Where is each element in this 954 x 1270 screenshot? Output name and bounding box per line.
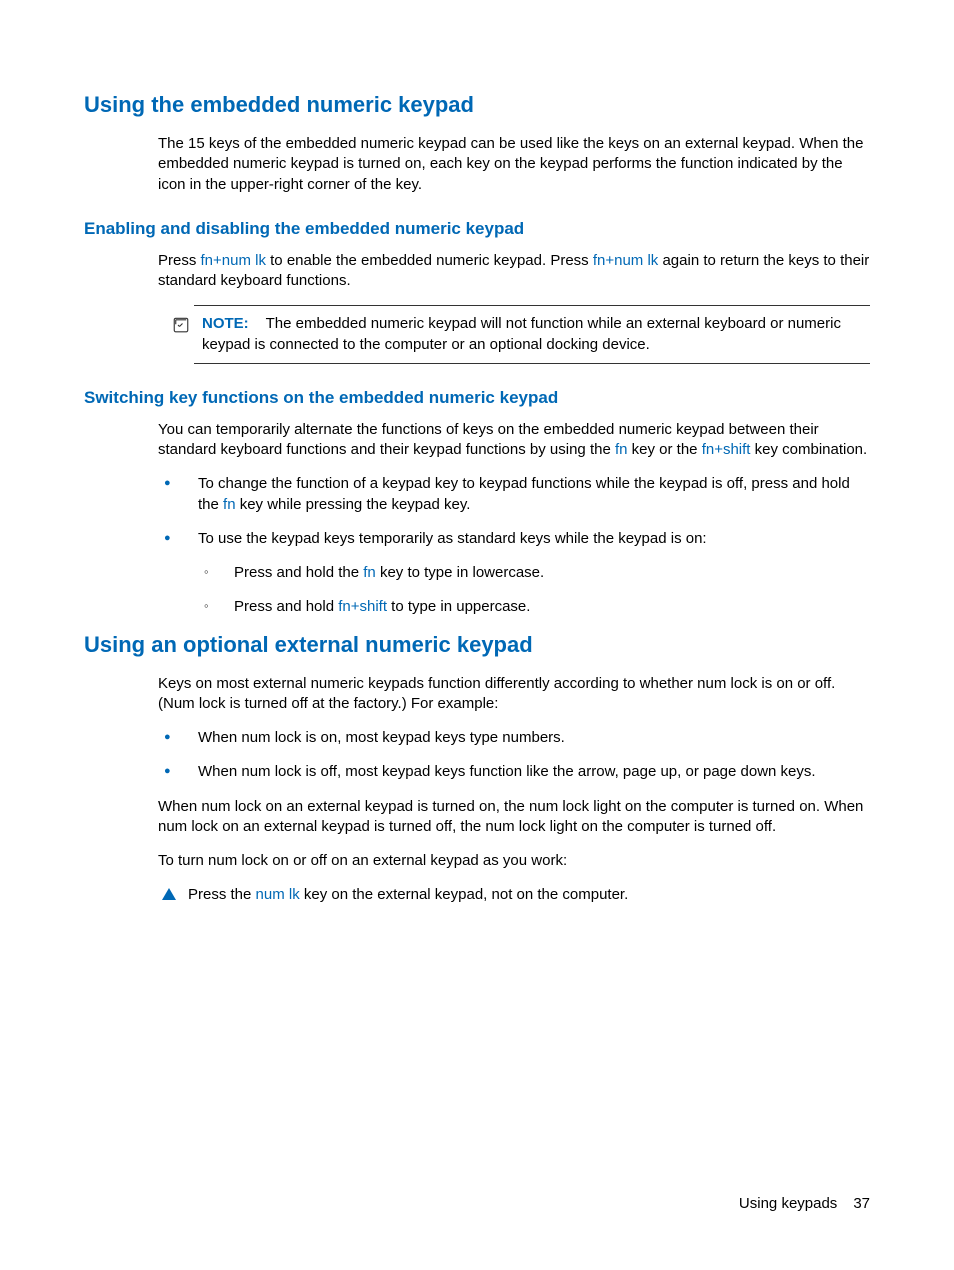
list-item: Press and hold the fn key to type in low… — [198, 563, 870, 583]
note-content: NOTE: The embedded numeric keypad will n… — [202, 314, 870, 355]
bullet-list-switching: To change the function of a keypad key t… — [158, 474, 870, 617]
text: to enable the embedded numeric keypad. P… — [266, 252, 593, 269]
document-page: Using the embedded numeric keypad The 15… — [0, 0, 954, 1270]
heading-enable-disable: Enabling and disabling the embedded nume… — [84, 219, 870, 239]
keyword-fn-shift: fn+shift — [338, 598, 387, 615]
footer-page-number: 37 — [853, 1195, 870, 1212]
text: key on the external keypad, not on the c… — [300, 886, 629, 903]
text: key while pressing the keypad key. — [236, 496, 471, 513]
triangle-icon — [162, 888, 176, 900]
keyword-numlk: num lk — [256, 886, 300, 903]
heading-embedded-keypad: Using the embedded numeric keypad — [84, 92, 870, 118]
keyword-fn-numlk: fn+num lk — [201, 252, 266, 269]
text: Press the — [188, 886, 256, 903]
keyword-fn: fn — [363, 564, 376, 581]
list-item: When num lock is on, most keypad keys ty… — [158, 728, 870, 748]
step-text: Press the num lk key on the external key… — [188, 885, 628, 905]
list-item: To change the function of a keypad key t… — [158, 474, 870, 515]
text: key or the — [627, 441, 701, 458]
text: Press and hold — [234, 598, 338, 615]
note-text — [253, 315, 266, 332]
paragraph-intro-embedded: The 15 keys of the embedded numeric keyp… — [158, 134, 870, 195]
keyword-fn-shift: fn+shift — [702, 441, 751, 458]
paragraph-switching-intro: You can temporarily alternate the functi… — [158, 420, 870, 461]
paragraph-numlock-light: When num lock on an external keypad is t… — [158, 797, 870, 838]
keyword-fn-numlk: fn+num lk — [593, 252, 658, 269]
text: to type in uppercase. — [387, 598, 530, 615]
footer-section-name: Using keypads — [739, 1195, 837, 1212]
list-item: Press and hold fn+shift to type in upper… — [198, 597, 870, 617]
paragraph-numlock-instruction: To turn num lock on or off on an externa… — [158, 851, 870, 871]
note-icon — [172, 316, 190, 334]
list-item: To use the keypad keys temporarily as st… — [158, 529, 870, 618]
paragraph-external-intro: Keys on most external numeric keypads fu… — [158, 674, 870, 715]
list-item: When num lock is off, most keypad keys f… — [158, 762, 870, 782]
heading-external-keypad: Using an optional external numeric keypa… — [84, 632, 870, 658]
note-label: NOTE: — [202, 315, 249, 332]
keyword-fn: fn — [615, 441, 628, 458]
text: To use the keypad keys temporarily as st… — [198, 530, 707, 547]
text: key combination. — [750, 441, 867, 458]
page-footer: Using keypads 37 — [739, 1195, 870, 1212]
triangle-step: Press the num lk key on the external key… — [158, 885, 870, 905]
note-block: NOTE: The embedded numeric keypad will n… — [158, 306, 870, 363]
text: Press and hold the — [234, 564, 363, 581]
keyword-fn: fn — [223, 496, 236, 513]
note-text: The embedded numeric keypad will not fun… — [202, 315, 841, 352]
bullet-list-external: When num lock is on, most keypad keys ty… — [158, 728, 870, 783]
text: Press — [158, 252, 201, 269]
paragraph-enable-disable: Press fn+num lk to enable the embedded n… — [158, 251, 870, 292]
heading-switching-functions: Switching key functions on the embedded … — [84, 388, 870, 408]
text: key to type in lowercase. — [376, 564, 544, 581]
sub-list: Press and hold the fn key to type in low… — [198, 563, 870, 618]
